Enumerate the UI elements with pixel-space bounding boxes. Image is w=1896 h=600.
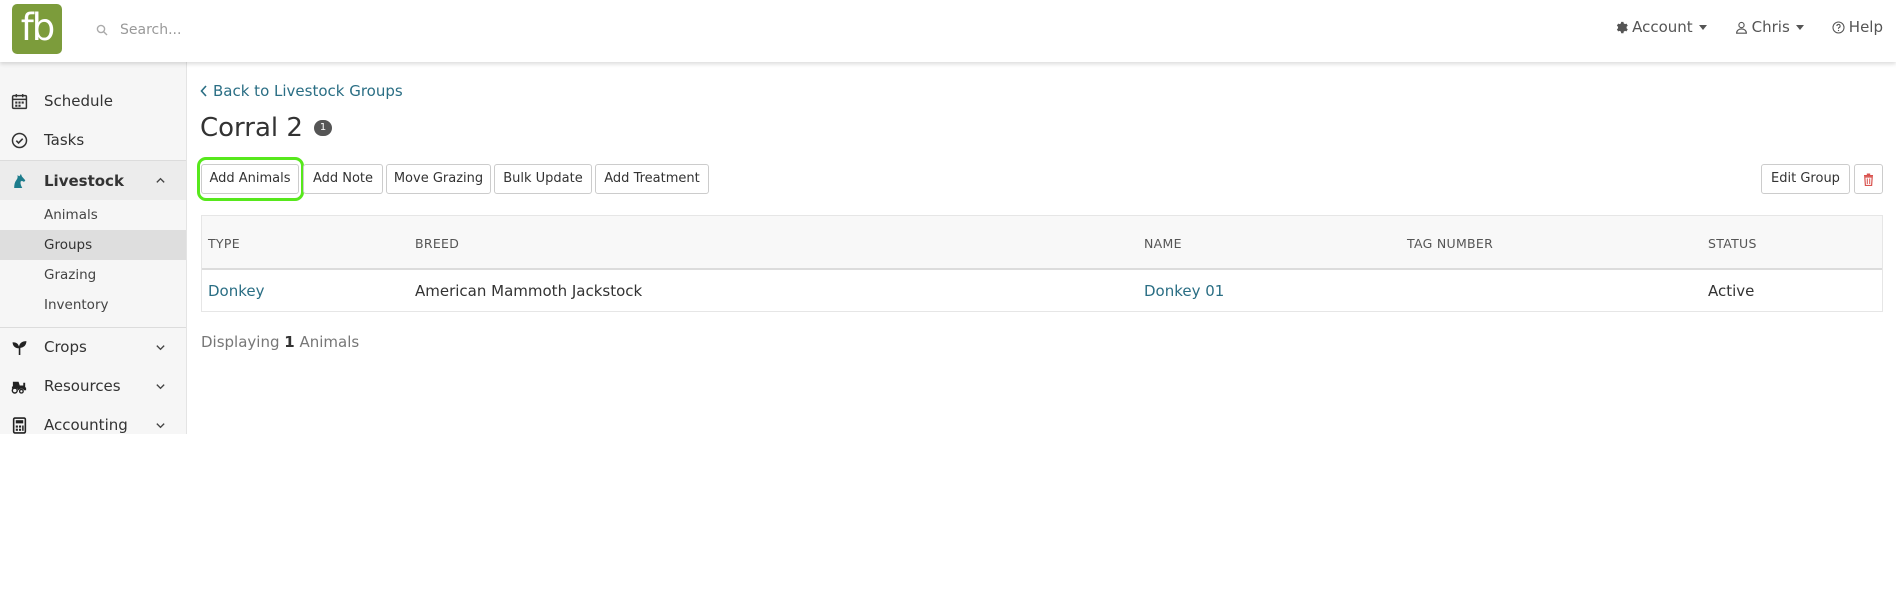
sidebar-item-label: Resources [44, 377, 121, 395]
bulk-update-button[interactable]: Bulk Update [494, 164, 592, 194]
displaying-number: 1 [284, 333, 295, 351]
table-header: TYPE BREED NAME TAG NUMBER STATUS [202, 216, 1882, 270]
sidebar-item-label: Schedule [44, 92, 113, 110]
add-note-button[interactable]: Add Note [303, 164, 383, 194]
column-header-breed[interactable]: BREED [415, 236, 459, 251]
tractor-icon [11, 381, 27, 394]
sidebar-item-crops[interactable]: Crops [0, 328, 186, 366]
sidebar-subitem-label: Grazing [44, 267, 97, 283]
move-grazing-button[interactable]: Move Grazing [386, 164, 491, 194]
table-row: Donkey American Mammoth Jackstock Donkey… [202, 270, 1882, 311]
help-label: Help [1848, 18, 1883, 36]
sidebar-item-resources[interactable]: Resources [0, 367, 186, 405]
sidebar-item-label: Tasks [44, 131, 85, 149]
check-circle-icon [11, 132, 28, 149]
user-menu-label: Chris [1751, 18, 1790, 36]
account-menu[interactable]: Account [1615, 18, 1707, 36]
chevron-down-icon [156, 423, 165, 429]
trash-icon [1864, 173, 1873, 186]
sidebar-subitem-inventory[interactable]: Inventory [0, 290, 186, 320]
sidebar-item-schedule[interactable]: Schedule [0, 82, 186, 120]
back-to-groups-link[interactable]: Back to Livestock Groups [200, 82, 403, 100]
chevron-down-icon [156, 384, 165, 390]
sidebar-item-label: Livestock [44, 171, 124, 190]
column-header-status[interactable]: STATUS [1708, 236, 1757, 251]
animal-breed: American Mammoth Jackstock [415, 282, 643, 300]
edit-group-button[interactable]: Edit Group [1761, 164, 1850, 194]
column-header-name[interactable]: NAME [1144, 236, 1182, 251]
animal-status: Active [1708, 282, 1755, 300]
horse-icon [14, 173, 26, 188]
animal-count-badge: 1 [314, 120, 332, 136]
sidebar-subitem-grazing[interactable]: Grazing [0, 260, 186, 290]
search-input[interactable] [118, 21, 442, 39]
sidebar-subitem-groups[interactable]: Groups [0, 230, 186, 260]
sidebar-item-label: Accounting [44, 416, 128, 434]
search-icon [96, 24, 108, 36]
displaying-suffix: Animals [299, 333, 360, 351]
sidebar-subitem-label: Groups [44, 237, 93, 253]
column-header-tag-number[interactable]: TAG NUMBER [1407, 236, 1493, 251]
chevron-down-icon [156, 345, 165, 351]
caret-down-icon [1795, 24, 1804, 30]
app-logo[interactable]: fb [12, 4, 62, 54]
help-link[interactable]: Help [1832, 18, 1883, 36]
sidebar-item-accounting[interactable]: Accounting [0, 406, 186, 434]
user-icon [1735, 21, 1747, 34]
user-menu[interactable]: Chris [1735, 18, 1804, 36]
sprout-icon [12, 341, 27, 355]
chevron-left-icon [200, 85, 207, 97]
question-circle-icon [1832, 20, 1845, 34]
sidebar: Schedule Tasks Livestock Animals Groups … [0, 62, 187, 434]
caret-down-icon [1698, 24, 1707, 30]
sidebar-item-livestock[interactable]: Livestock [0, 161, 186, 200]
delete-group-button[interactable] [1854, 164, 1883, 194]
column-header-type[interactable]: TYPE [208, 236, 240, 251]
account-menu-label: Account [1632, 18, 1693, 36]
global-search [96, 18, 442, 42]
displaying-prefix: Displaying [201, 333, 280, 351]
add-animals-button[interactable]: Add Animals [201, 164, 299, 194]
calendar-icon [11, 94, 28, 110]
animals-table: TYPE BREED NAME TAG NUMBER STATUS Donkey… [201, 215, 1883, 312]
top-nav-menu: Account Chris Help [1587, 18, 1883, 36]
top-navbar: fb Account Chris Help [0, 0, 1896, 62]
calculator-icon [12, 417, 27, 434]
sidebar-item-tasks[interactable]: Tasks [0, 121, 186, 159]
sidebar-subitem-animals[interactable]: Animals [0, 200, 186, 230]
sidebar-subitem-label: Inventory [44, 297, 109, 313]
gear-icon [1616, 21, 1628, 33]
animal-name-link[interactable]: Donkey 01 [1144, 282, 1224, 300]
sidebar-item-label: Crops [44, 338, 87, 356]
displaying-count: Displaying 1 Animals [201, 333, 359, 351]
back-link-label: Back to Livestock Groups [213, 82, 403, 100]
chevron-up-icon [156, 177, 165, 183]
animal-type-link[interactable]: Donkey [208, 282, 265, 300]
sidebar-subitem-label: Animals [44, 207, 98, 223]
page-title: Corral 2 [200, 113, 303, 143]
add-treatment-button[interactable]: Add Treatment [595, 164, 709, 194]
